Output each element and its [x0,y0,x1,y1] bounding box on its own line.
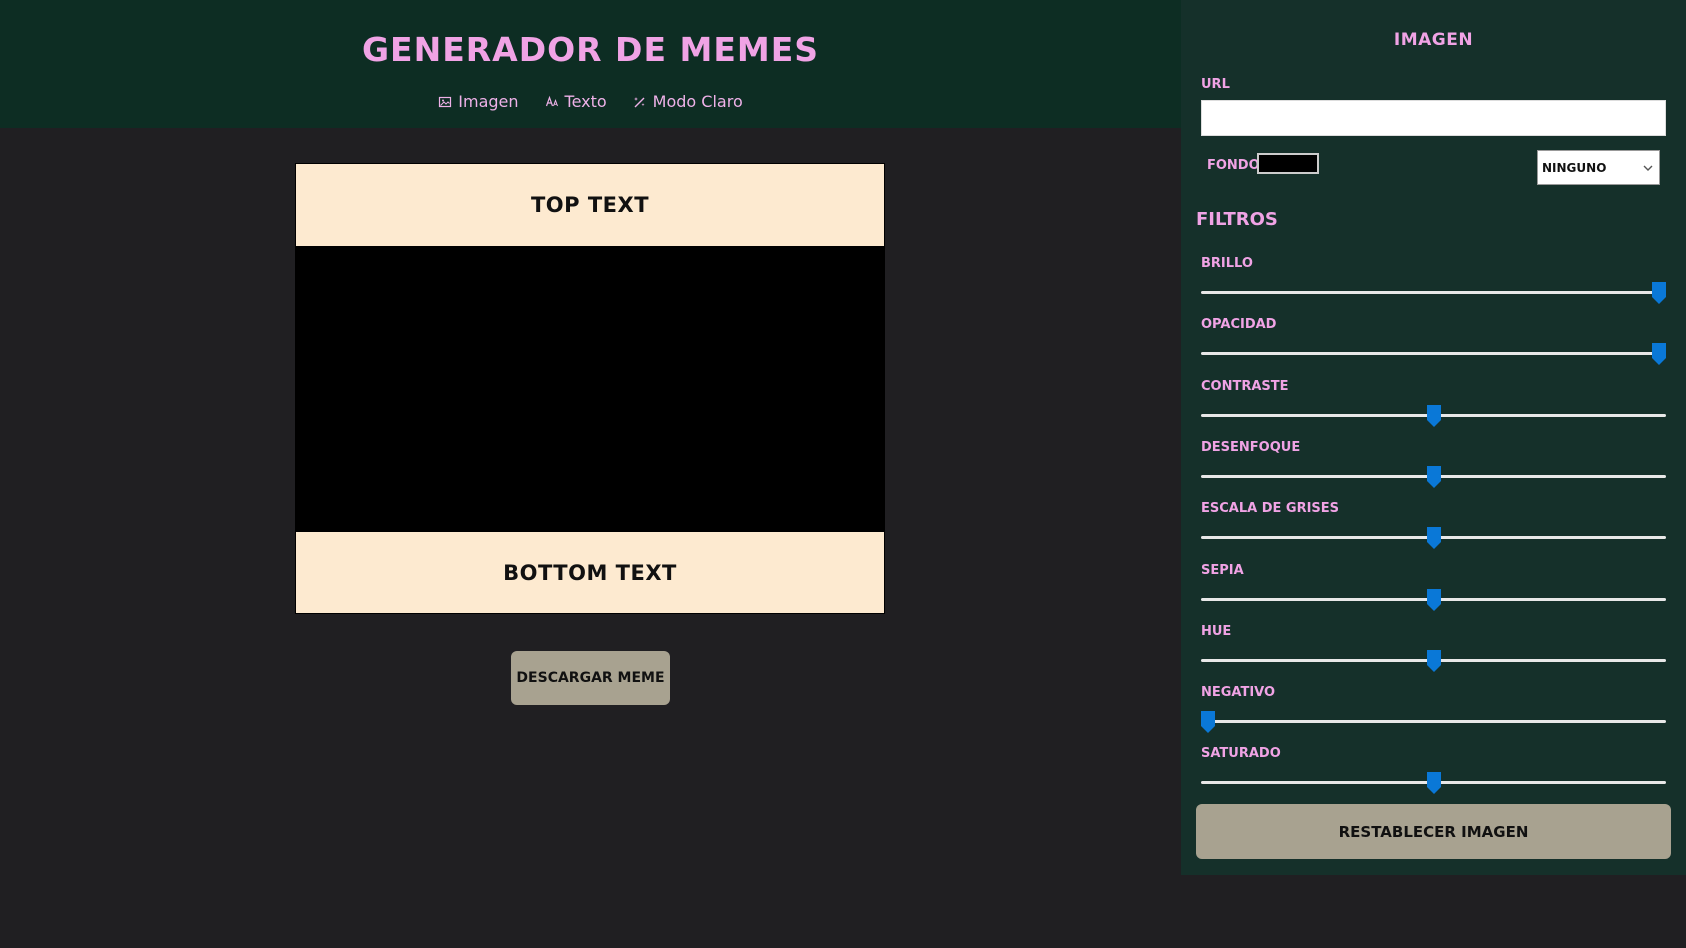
filter-label: Brillo [1201,256,1253,271]
nav-item-label: Texto [564,92,607,111]
nav-item-modo-claro[interactable]: Modo Claro [633,92,743,111]
filter-label: Opacidad [1201,317,1277,333]
filter-label: Saturado [1201,746,1281,762]
filter-label: Desenfoque [1201,439,1301,455]
image-icon [439,96,452,107]
filter-slider[interactable] [1201,343,1666,366]
meme-bottom-text: Bottom Text [296,532,884,613]
blend-mode-value: Ninguno [1542,160,1607,175]
slider-thumb[interactable] [1201,711,1215,734]
meme-top-text: Top Text [296,164,884,246]
reset-image-button[interactable]: Restablecer imagen [1196,804,1671,859]
slider-thumb[interactable] [1426,772,1441,795]
filter-slider[interactable] [1201,282,1666,304]
app-title: Generador de Memes [361,30,820,69]
slider-track [1201,352,1666,356]
slider-track [1201,720,1666,724]
background-color-picker[interactable] [1257,153,1319,174]
nav-item-label: Imagen [458,92,519,111]
nav-item-label: Modo Claro [652,92,743,111]
slider-thumb[interactable] [1652,343,1666,366]
panel-title: Imagen [1393,30,1474,50]
main-nav: Imagen Texto Modo Claro [0,92,1181,111]
slider-track [1201,291,1666,294]
blend-mode-select[interactable]: Ninguno [1537,150,1660,185]
slider-thumb[interactable] [1426,527,1441,550]
filters-title: Filtros [1196,209,1278,230]
filter-label: Contraste [1201,378,1289,394]
nav-item-texto[interactable]: Texto [545,92,607,111]
slider-thumb[interactable] [1426,588,1441,611]
download-meme-button[interactable]: Descargar meme [511,651,670,705]
filter-label: Negativo [1201,685,1276,701]
meme-image [296,246,884,532]
url-label: URL [1201,77,1230,92]
filter-slider[interactable] [1201,711,1666,734]
filter-slider[interactable] [1201,772,1666,795]
magic-wand-icon [633,96,645,107]
filter-slider[interactable] [1201,527,1666,550]
filter-slider[interactable] [1201,588,1666,611]
slider-thumb[interactable] [1426,649,1441,672]
filter-label: Escala de grises [1201,501,1340,517]
fondo-label: Fondo [1207,158,1260,173]
filter-slider[interactable] [1201,404,1666,427]
url-input[interactable] [1201,100,1666,136]
image-settings-panel: Imagen URL Fondo Ninguno Filtros Brillo O… [1181,0,1686,875]
slider-thumb[interactable] [1426,465,1441,488]
filter-slider[interactable] [1201,465,1666,488]
filter-label: Sepia [1201,562,1244,578]
filter-slider[interactable] [1201,649,1666,672]
nav-item-imagen[interactable]: Imagen [438,92,519,111]
text-icon [545,95,558,106]
slider-thumb[interactable] [1652,282,1666,304]
filter-label: Hue [1201,623,1232,639]
slider-thumb[interactable] [1426,404,1441,427]
meme-canvas: Top Text Bottom Text [295,163,885,614]
app-header: Generador de Memes Imagen Texto Modo Cla… [0,0,1181,128]
chevron-down-icon [1643,165,1653,171]
